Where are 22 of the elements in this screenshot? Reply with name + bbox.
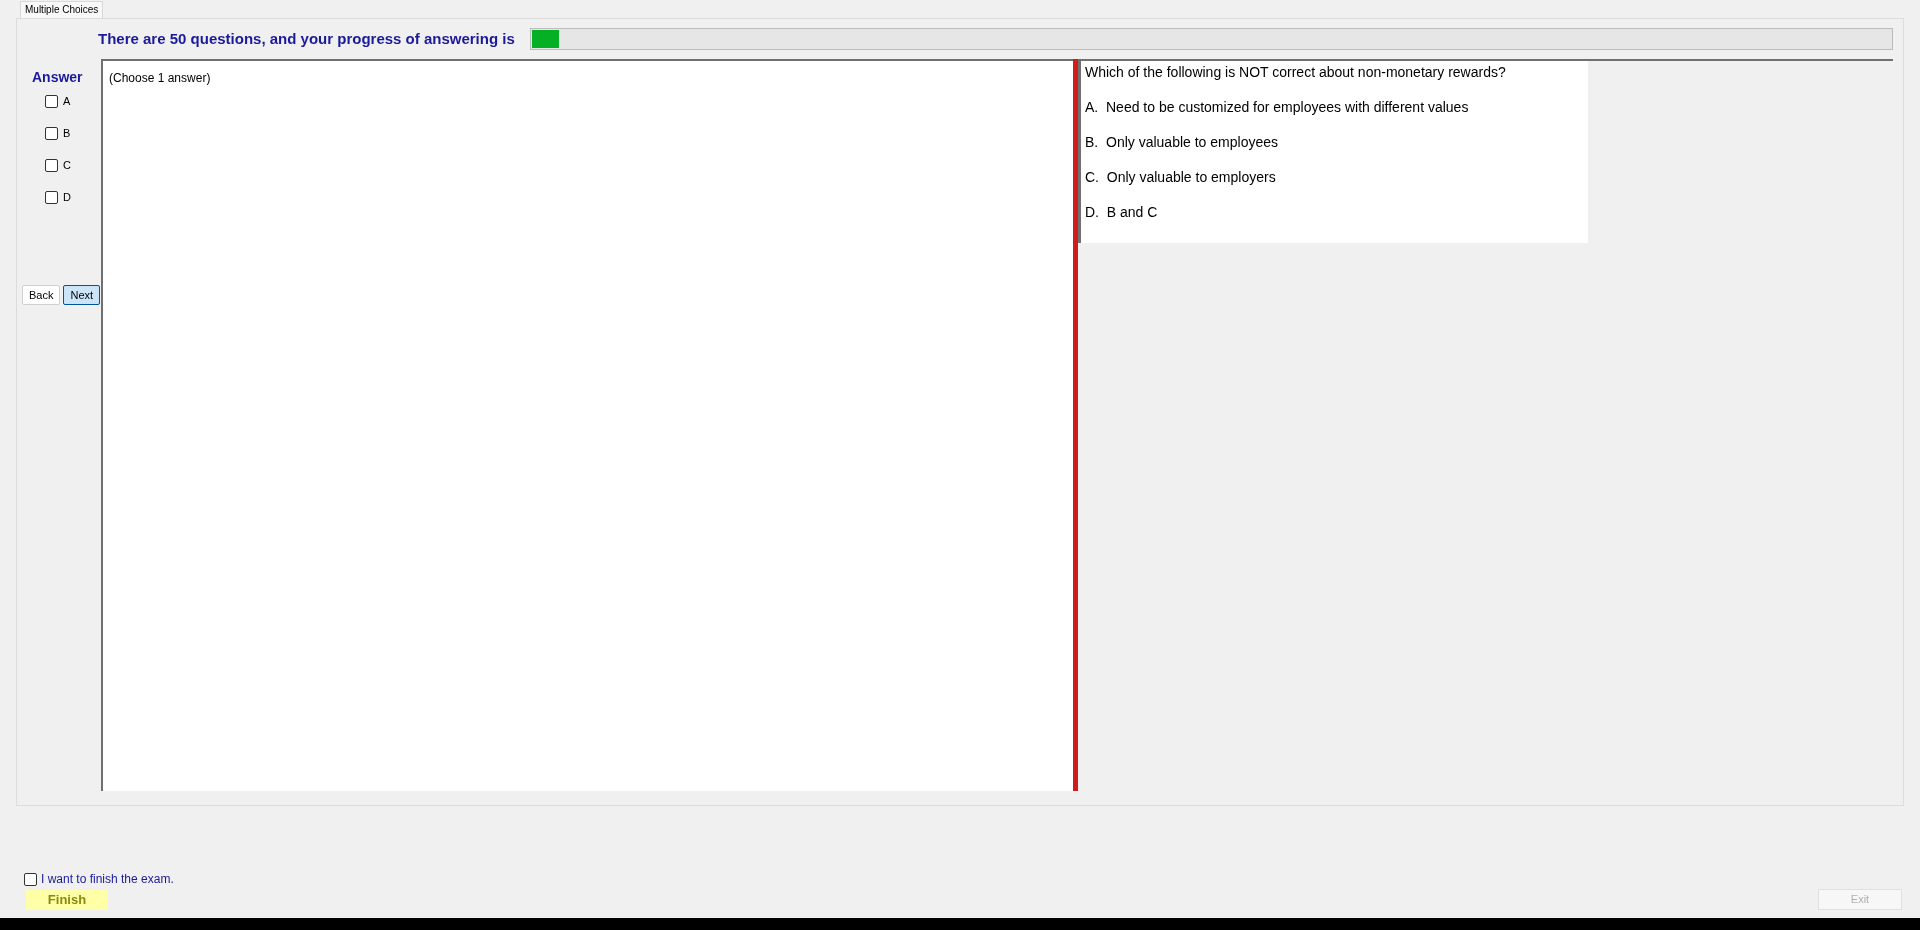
option-label[interactable]: A [63,92,71,110]
answer-title: Answer [31,68,84,87]
finish-button[interactable]: Finish [26,890,108,910]
choice-text: D. B and C [1085,203,1159,222]
checkbox[interactable] [45,94,58,108]
option-label[interactable]: D [63,188,71,206]
choice-text: B. Only valuable to employees [1085,133,1279,152]
option-label[interactable]: C [63,156,71,174]
instruction-text: (Choose 1 answer) [109,71,211,85]
choice-text: A. Need to be customized for employees with different values [1085,98,1470,117]
question-text: Which of the following is NOT correct about non-monetary rewards? [1085,63,1507,82]
tab[interactable]: Multiple Choices [20,1,104,18]
progress-text: There are 50 questions, and your progress of answering is [98,28,515,49]
nav-button[interactable]: Next [63,285,101,305]
finish-confirm-label[interactable]: I want to finish the exam. [41,870,174,888]
option-label[interactable]: B [63,124,71,142]
checkbox[interactable] [45,158,58,172]
checkbox[interactable] [45,190,58,204]
checkbox[interactable] [45,126,58,140]
checkbox[interactable] [24,872,37,886]
choice-text: C. Only valuable to employers [1085,168,1277,187]
nav-button[interactable]: Back [22,285,61,305]
